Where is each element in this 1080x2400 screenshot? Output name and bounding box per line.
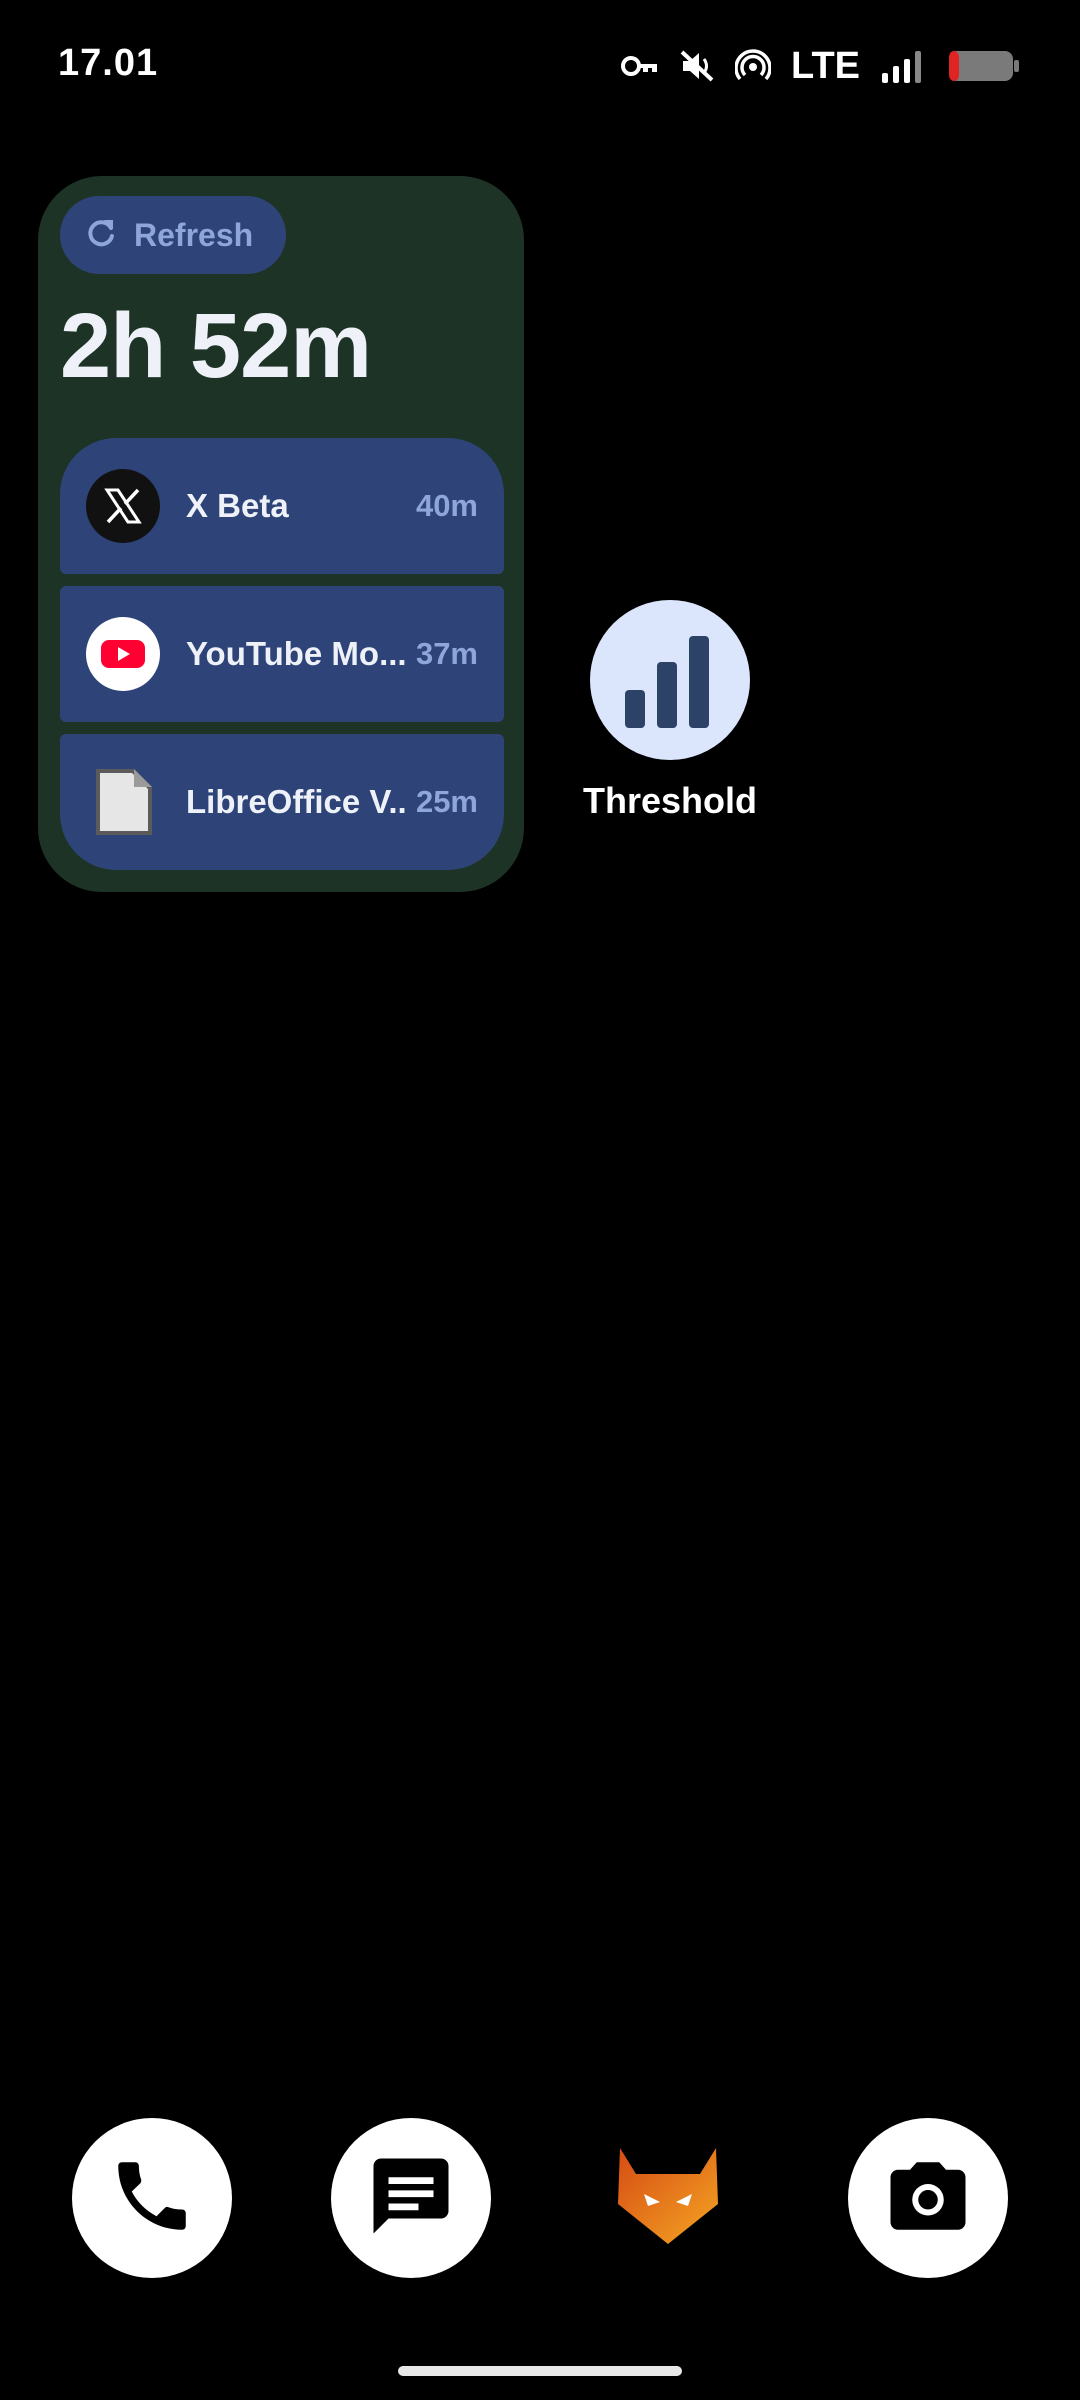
gitlab-app-button[interactable] (588, 2118, 748, 2278)
threshold-app-shortcut[interactable]: Threshold (580, 600, 760, 822)
youtube-icon (86, 617, 160, 691)
home-indicator[interactable] (398, 2366, 682, 2376)
refresh-button[interactable]: Refresh (60, 196, 286, 274)
vpn-key-icon (621, 53, 659, 79)
app-usage-time: 25m (415, 784, 478, 819)
x-logo-icon (86, 469, 160, 543)
app-usage-row-youtube[interactable]: YouTube Mo... 37m (60, 586, 504, 722)
phone-icon (107, 2151, 197, 2246)
bar-chart-icon (590, 600, 750, 760)
app-usage-time: 40m (415, 488, 478, 523)
app-label: Threshold (582, 780, 757, 821)
app-usage-time: 37m (415, 636, 478, 671)
status-bar: 17.01 LTE (0, 0, 1080, 130)
refresh-label: Refresh (134, 216, 254, 253)
libreoffice-icon (86, 765, 160, 839)
app-name: X Beta (186, 487, 289, 524)
network-type: LTE (791, 44, 860, 87)
signal-icon (880, 49, 928, 83)
status-icons: LTE (621, 44, 1020, 88)
messages-app-button[interactable] (331, 2118, 491, 2278)
camera-icon (883, 2151, 973, 2246)
gitlab-icon (614, 2144, 722, 2253)
total-screen-time: 2h 52m (60, 295, 372, 397)
app-usage-row-libreoffice[interactable]: LibreOffice V... 25m (60, 734, 504, 870)
app-name: LibreOffice V... (186, 783, 408, 820)
refresh-icon (84, 216, 118, 255)
messages-icon (366, 2151, 456, 2246)
app-usage-row-x-beta[interactable]: X Beta 40m (60, 438, 504, 574)
hotspot-icon (735, 49, 772, 83)
battery-low-icon (948, 49, 1020, 83)
app-name: YouTube Mo... (186, 635, 407, 672)
camera-app-button[interactable] (848, 2118, 1008, 2278)
screen-time-widget[interactable]: Refresh 2h 52m X Beta 40m YouTube Mo... … (38, 176, 524, 892)
status-time: 17.01 (58, 42, 159, 84)
mute-icon (679, 49, 715, 83)
phone-app-button[interactable] (72, 2118, 232, 2278)
